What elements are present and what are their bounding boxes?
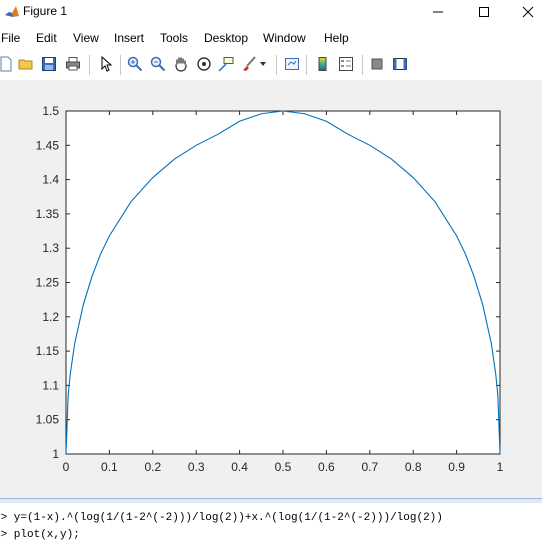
print-icon [66,57,80,71]
toolbar-separator [120,55,121,75]
show-plot-tools-icon [393,58,407,70]
x-tick-label: 0.1 [101,460,118,474]
y-tick-label: 1.5 [42,104,59,118]
data-cursor-button[interactable] [216,54,236,74]
menu-help[interactable]: Help [324,31,349,45]
x-tick-label: 0.6 [318,460,335,474]
menu-file[interactable]: File [1,31,20,45]
close-button[interactable] [508,0,542,24]
y-tick-label: 1.05 [36,413,60,427]
print-button[interactable] [63,54,83,74]
menu-tools[interactable]: Tools [160,31,188,45]
y-tick-label: 1.15 [36,344,60,358]
toolbar-separator [276,55,277,75]
menu-bar: File Edit View Insert Tools Desktop Wind… [0,28,542,48]
rotate-3d-icon [197,57,211,71]
maximize-icon [479,7,489,17]
command-line-1: >> y=(1-x).^(log(1/(1-2^(-2)))/log(2))+x… [0,512,443,524]
zoom-out-icon [150,56,166,72]
toolbar-separator [89,55,90,75]
data-cursor-icon [218,57,234,72]
y-tick-label: 1.25 [36,276,60,290]
link-plot-icon [285,58,299,70]
pan-button[interactable] [171,54,191,74]
pan-hand-icon [175,57,187,72]
y-tick-label: 1.45 [36,138,60,152]
pointer-button[interactable] [96,54,116,74]
title-bar: Figure 1 [0,0,542,24]
x-tick-label: 0.8 [405,460,422,474]
menu-edit[interactable]: Edit [36,31,57,45]
colorbar-icon [318,57,327,71]
command-window[interactable]: >> y=(1-x).^(log(1/(1-2^(-2)))/log(2))+x… [0,503,542,549]
menu-insert[interactable]: Insert [114,31,144,45]
x-tick-label: 0.4 [231,460,248,474]
brush-dropdown-button[interactable] [257,54,269,74]
close-icon [522,6,534,18]
axes-background [65,110,501,455]
line-plot[interactable]: 0 0.1 0.2 0.3 0.4 0.5 0.6 0.7 0.8 0.9 1 1 1.05 1.1 1.… [0,80,542,498]
x-tick-label: 0.9 [448,460,465,474]
minimize-button[interactable] [418,0,458,24]
zoom-out-button[interactable] [148,54,168,74]
x-tick-label: 0.3 [188,460,205,474]
x-tick-label: 0.7 [361,460,378,474]
toolbar-separator [362,55,363,75]
zoom-in-icon [127,56,143,72]
matlab-figure-icon [5,6,19,17]
new-figure-button[interactable] [0,54,16,74]
brush-dropdown-icon [260,62,266,66]
show-plot-tools-button[interactable] [390,54,410,74]
figure-canvas: 0 0.1 0.2 0.3 0.4 0.5 0.6 0.7 0.8 0.9 1 1 1.05 1.1 1.… [0,80,542,498]
x-tick-label: 0.5 [275,460,292,474]
figure-toolbar [0,50,542,80]
save-button[interactable] [39,54,59,74]
menu-view[interactable]: View [73,31,99,45]
hide-plot-tools-icon [371,58,383,70]
pointer-icon [101,56,113,72]
open-file-button[interactable] [16,54,36,74]
brush-icon [243,56,256,71]
menu-desktop[interactable]: Desktop [204,31,248,45]
maximize-button[interactable] [464,0,504,24]
y-tick-label: 1.35 [36,207,60,221]
legend-button[interactable] [336,54,356,74]
y-tick-label: 1 [52,447,59,461]
brush-button[interactable] [239,54,259,74]
y-tick-label: 1.2 [42,310,59,324]
y-tick-label: 1.1 [42,378,59,392]
zoom-in-button[interactable] [125,54,145,74]
command-line-2: >> plot(x,y); [0,529,80,541]
x-tick-label: 0 [63,460,70,474]
minimize-icon [433,11,443,13]
window-title: Figure 1 [23,4,68,18]
save-icon [42,57,56,71]
new-figure-icon [0,56,12,72]
legend-icon [339,57,353,71]
menu-window[interactable]: Window [263,31,306,45]
link-plot-button[interactable] [282,54,302,74]
hide-plot-tools-button[interactable] [367,54,387,74]
rotate-3d-button[interactable] [194,54,214,74]
open-folder-icon [18,59,33,70]
x-tick-label: 1 [497,460,504,474]
y-tick-label: 1.3 [42,241,59,255]
toolbar-separator [306,55,307,75]
y-tick-label: 1.4 [42,173,59,187]
colorbar-button[interactable] [313,54,333,74]
x-tick-label: 0.2 [144,460,161,474]
